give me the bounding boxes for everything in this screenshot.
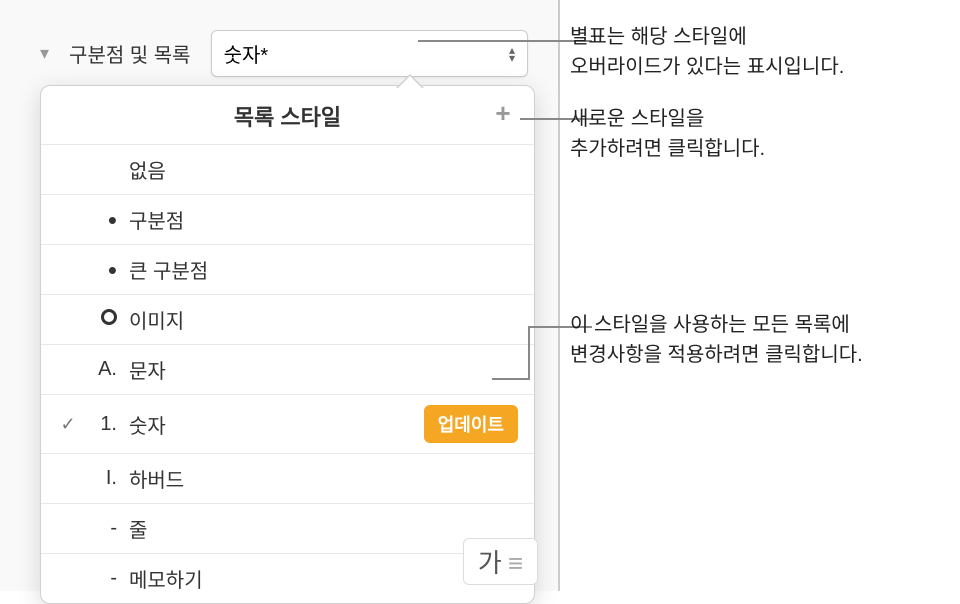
callout-asterisk-line2: 오버라이드가 있다는 표시입니다. <box>570 52 844 82</box>
list-style-label: 이미지 <box>125 305 518 334</box>
checkmark-icon: ✓ <box>53 414 83 435</box>
list-style-item[interactable]: -줄 <box>41 503 534 553</box>
callout-update-line2: 변경사항을 적용하려면 클릭합니다. <box>570 340 863 370</box>
list-style-label: 문자 <box>125 355 518 384</box>
list-style-item[interactable]: •구분점 <box>41 194 534 244</box>
text-style-preview: 가≡ <box>463 538 538 585</box>
list-style-item[interactable]: •큰 구분점 <box>41 244 534 294</box>
list-marker-icon: - <box>83 517 125 540</box>
list-marker-icon <box>83 308 125 331</box>
list-marker-icon: 1. <box>83 413 125 436</box>
list-style-item[interactable]: 없음 <box>41 144 534 194</box>
list-marker-icon: - <box>83 567 125 590</box>
list-marker-icon: A. <box>83 358 125 381</box>
popup-value: 숫자* <box>224 39 269 68</box>
list-style-label: 숫자 <box>125 410 424 439</box>
list-marker-icon: I. <box>83 467 125 490</box>
list-style-label: 하버드 <box>125 464 518 493</box>
list-style-popover: 목록 스타일 + 없음•구분점•큰 구분점이미지A.문자✓1.숫자업데이트I.하… <box>40 85 535 604</box>
list-style-popup-button[interactable]: 숫자* ▴▾ <box>211 30 528 77</box>
list-style-item[interactable]: A.문자 <box>41 344 534 394</box>
chevron-updown-icon: ▴▾ <box>509 46 515 62</box>
popover-title: 목록 스타일 <box>234 105 341 130</box>
list-style-item[interactable]: 이미지 <box>41 294 534 344</box>
list-style-label: 큰 구분점 <box>125 255 518 284</box>
list-style-label: 줄 <box>125 514 518 543</box>
callout-add-line2: 추가하려면 클릭합니다. <box>570 134 765 164</box>
list-style-label: 없음 <box>125 155 518 184</box>
list-style-label: 구분점 <box>125 205 518 234</box>
list-style-item[interactable]: I.하버드 <box>41 453 534 503</box>
callout-add-line1: 새로운 스타일을 <box>570 104 765 134</box>
list-style-label: 메모하기 <box>125 564 518 593</box>
update-style-button[interactable]: 업데이트 <box>424 405 518 443</box>
chevron-down-icon[interactable]: ▾ <box>40 43 49 64</box>
add-style-button[interactable]: + <box>488 98 518 128</box>
list-style-item[interactable]: -메모하기 <box>41 553 534 603</box>
callout-asterisk-line1: 별표는 해당 스타일에 <box>570 22 844 52</box>
section-label: 구분점 및 목록 <box>69 39 191 68</box>
list-marker-icon: • <box>83 213 125 227</box>
list-style-item[interactable]: ✓1.숫자업데이트 <box>41 394 534 453</box>
list-marker-icon: • <box>83 263 125 277</box>
callout-update-line1: 이 스타일을 사용하는 모든 목록에 <box>570 310 863 340</box>
